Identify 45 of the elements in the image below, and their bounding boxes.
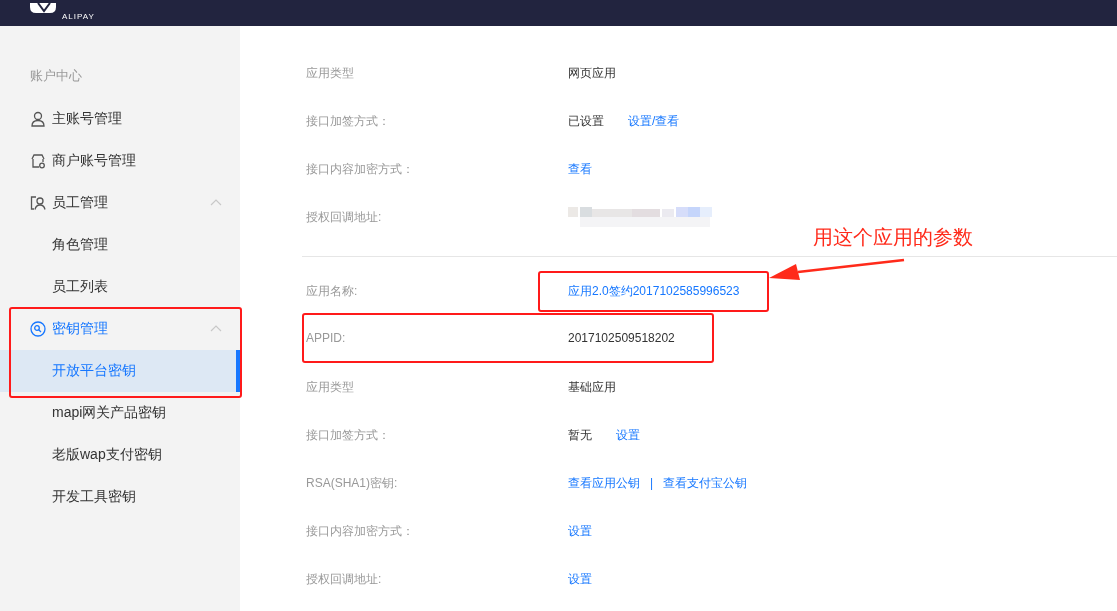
field-value: 已设置	[568, 112, 604, 130]
user-icon	[30, 111, 46, 127]
action-link[interactable]: 设置	[568, 570, 592, 588]
staff-icon	[30, 195, 46, 211]
action-link[interactable]: 查看支付宝公钥	[663, 474, 748, 492]
sidebar-item[interactable]: 主账号管理	[0, 98, 240, 140]
caret-icon	[210, 199, 222, 206]
field-label: 应用类型	[306, 378, 355, 396]
field-label: RSA(SHA1)密钥:	[306, 474, 399, 492]
field-label: 应用名称:	[306, 282, 359, 300]
field-label: 应用类型	[306, 64, 355, 82]
sidebar-subitem[interactable]: 开发工具密钥	[0, 476, 240, 518]
field-label: 接口加签方式：	[306, 112, 391, 130]
caret-icon	[210, 325, 222, 332]
logo-text: ALIPAY	[62, 12, 95, 22]
logo-icon	[30, 3, 56, 13]
link-separator: |	[650, 476, 654, 490]
action-link[interactable]: 应用2.0签约2017102585996523	[568, 282, 740, 300]
sidebar-subitem[interactable]: 开放平台密钥	[0, 350, 240, 392]
sidebar-item[interactable]: 商户账号管理	[0, 140, 240, 182]
field-label: 授权回调地址:	[306, 208, 383, 226]
key-icon	[30, 321, 46, 337]
action-link[interactable]: 设置	[568, 522, 592, 540]
field-label: 接口内容加密方式：	[306, 522, 415, 540]
sidebar-subitem[interactable]: 员工列表	[0, 266, 240, 308]
action-link[interactable]: 查看	[568, 160, 592, 178]
shop-icon	[30, 153, 46, 169]
action-link[interactable]: 设置	[616, 426, 640, 444]
field-label: APPID:	[306, 331, 347, 345]
field-value: 基础应用	[568, 378, 616, 396]
section-title: 账户中心	[29, 67, 83, 85]
field-label: 接口内容加密方式：	[306, 160, 415, 178]
sidebar-subitem[interactable]: mapi网关产品密钥	[0, 392, 240, 434]
sidebar-item[interactable]: 密钥管理	[0, 308, 240, 350]
field-value: 2017102509518202	[568, 331, 675, 345]
annotation-note: 用这个应用的参数	[813, 225, 973, 250]
field-label: 接口加签方式：	[306, 426, 391, 444]
sidebar-item[interactable]: 员工管理	[0, 182, 240, 224]
action-link[interactable]: 设置/查看	[628, 112, 680, 130]
field-label: 授权回调地址:	[306, 570, 383, 588]
action-link[interactable]: 查看应用公钥	[568, 474, 640, 492]
field-value: 网页应用	[568, 64, 616, 82]
field-value: 暂无	[568, 426, 592, 444]
sidebar-subitem[interactable]: 角色管理	[0, 224, 240, 266]
sidebar-subitem[interactable]: 老版wap支付密钥	[0, 434, 240, 476]
